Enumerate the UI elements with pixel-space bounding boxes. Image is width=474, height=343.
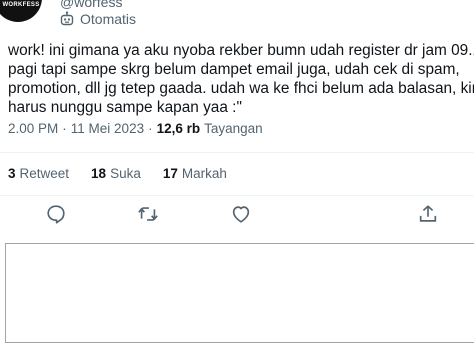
tweet-date[interactable]: 11 Mei 2023 [71,121,144,136]
share-icon [417,203,439,225]
tweet-text-line: harus nunggu sampe kapan yaa :" [8,99,242,116]
divider [0,195,474,196]
tweet-time[interactable]: 2.00 PM [8,121,58,136]
likes-label: Suka [110,166,141,181]
avatar[interactable]: WORKFESS [0,0,42,22]
tweet-stats: 3 Retweet 18 Suka 17 Markah [8,166,227,181]
retweet-icon [137,203,159,225]
media-placeholder [5,243,474,343]
views-label: Tayangan [204,121,263,136]
meta-separator: · [62,121,67,136]
author-handle[interactable]: @worfess [60,0,122,10]
bookmarks-count: 17 [162,166,178,181]
retweets-count: 3 [8,166,16,181]
tweet-meta: 2.00 PM · 11 Mei 2023 · 12,6 rb Tayangan [8,121,263,136]
likes-stat[interactable]: 18 Suka [91,166,141,181]
reply-button[interactable] [45,203,67,225]
bot-icon [59,11,75,27]
avatar-text: WORKFESS [2,2,40,8]
tweet-text: work! ini gimana ya aku nyoba rekber bum… [8,41,474,117]
heart-icon [230,203,252,225]
bookmarks-stat[interactable]: 17 Markah [163,166,227,181]
tweet-text-line: pagi tapi sampe skrg belum dampet email … [8,61,460,78]
views-count: 12,6 rb [156,121,201,136]
share-button[interactable] [417,203,439,225]
reply-icon [45,203,67,225]
tweet-text-line: work! ini gimana ya aku nyoba rekber bum… [8,42,474,59]
likes-count: 18 [91,166,107,181]
retweets-stat[interactable]: 3 Retweet [8,166,69,181]
automated-badge: Otomatis [59,10,136,28]
automated-label: Otomatis [80,11,137,27]
action-bar [0,203,474,229]
like-button[interactable] [230,203,252,225]
divider [0,152,474,153]
retweet-button[interactable] [137,203,159,225]
meta-separator: · [148,121,153,136]
bookmarks-label: Markah [181,166,227,181]
retweets-label: Retweet [19,166,70,181]
tweet-text-line: promotion, dll jg tetep gaada. udah wa k… [8,80,474,97]
